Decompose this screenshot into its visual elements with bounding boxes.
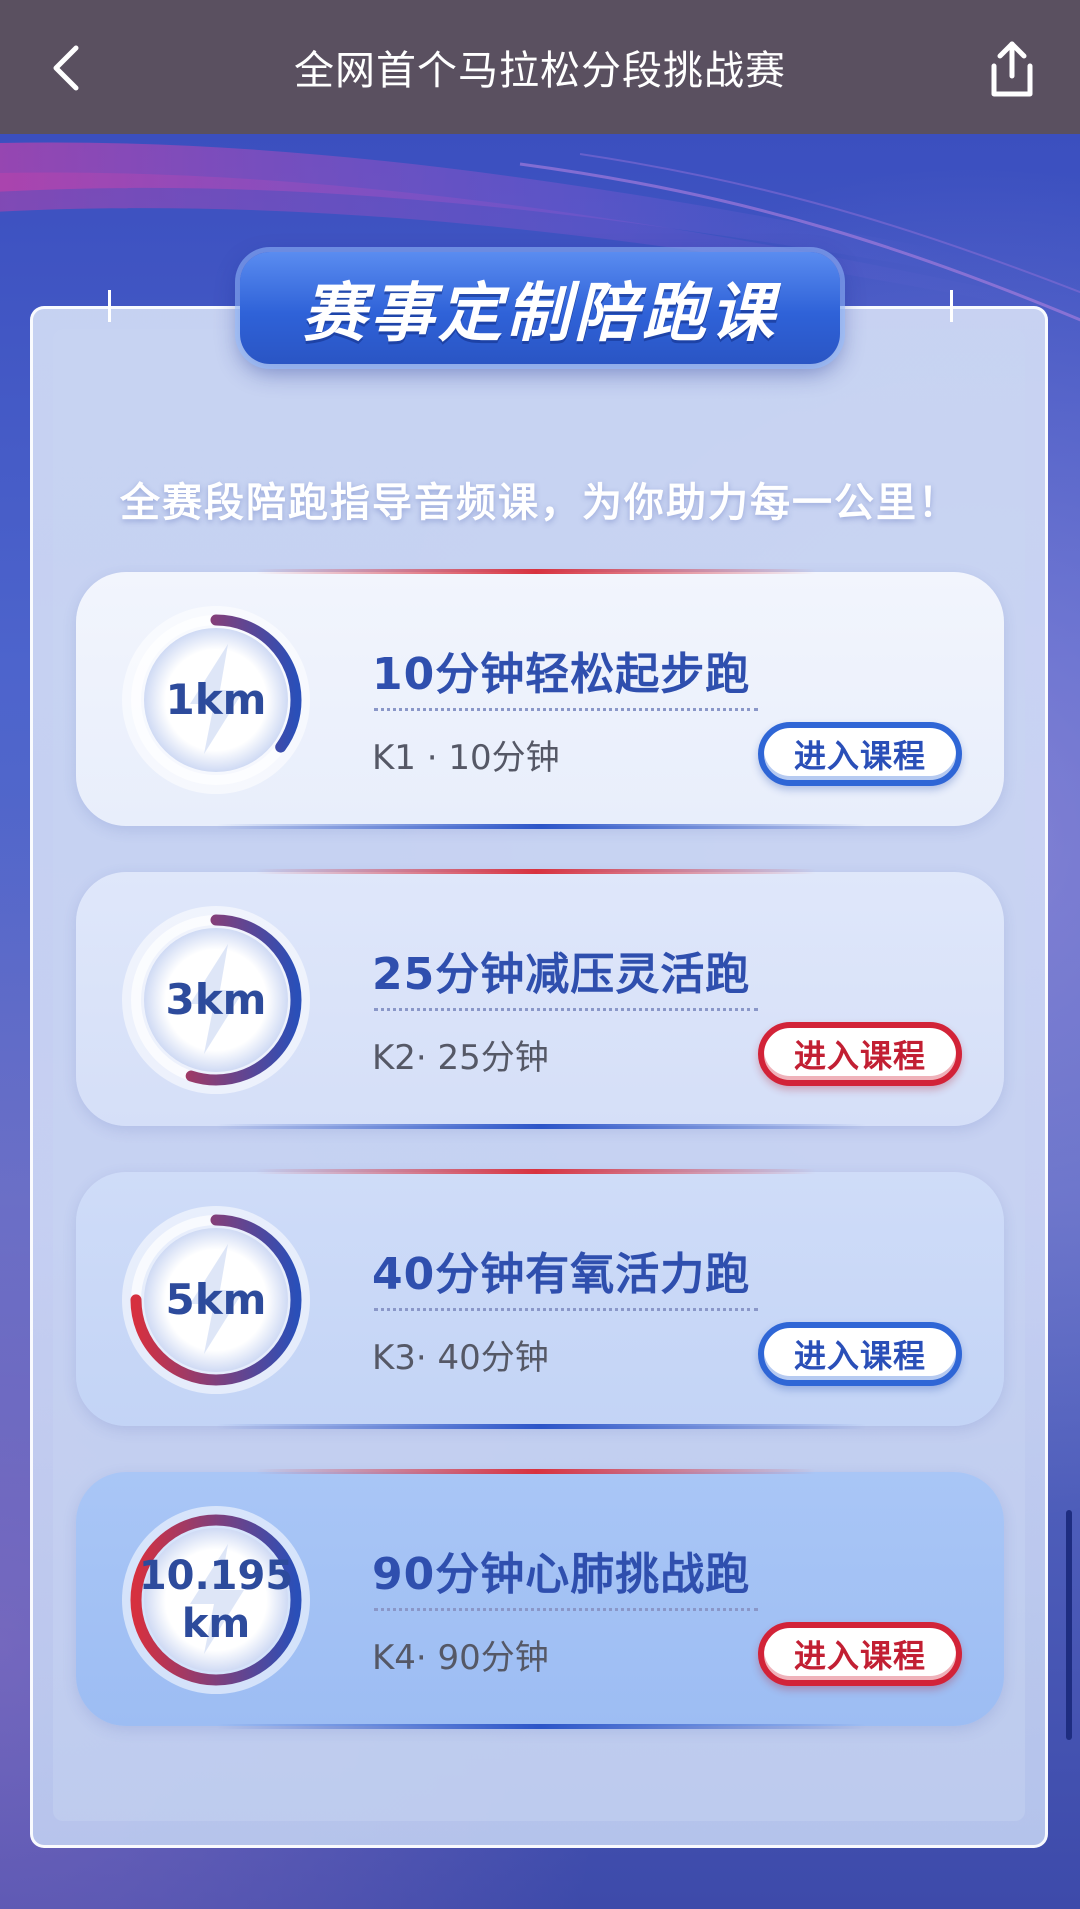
distance-label: 10.195 km bbox=[120, 1504, 312, 1696]
enter-course-button[interactable]: 进入课程 bbox=[758, 1622, 962, 1686]
enter-course-button[interactable]: 进入课程 bbox=[758, 1022, 962, 1086]
section-subtitle: 全赛段陪跑指导音频课，为你助力每一公里！ bbox=[120, 480, 960, 526]
course-card: 3km 25分钟减压灵活跑 K2· 25分钟 进入课程 bbox=[76, 869, 1004, 1129]
card-accent-top bbox=[256, 1469, 816, 1474]
corner-decoration-left bbox=[108, 290, 111, 322]
distance-unit: km bbox=[181, 1601, 251, 1647]
card-accent-bottom bbox=[216, 1724, 866, 1729]
section-badge: 赛事定制陪跑课 bbox=[240, 252, 840, 364]
course-title: 25分钟减压灵活跑 bbox=[372, 949, 751, 1000]
course-title: 90分钟心肺挑战跑 bbox=[372, 1549, 751, 1600]
course-card: 10.195 km 90分钟心肺挑战跑 K4· 90分钟 进入课程 bbox=[76, 1469, 1004, 1729]
course-meta: K4· 90分钟 bbox=[372, 1638, 549, 1678]
distance-label: 3km bbox=[120, 904, 312, 1096]
course-card: 1km 10分钟轻松起步跑 K1 · 10分钟 进入课程 bbox=[76, 569, 1004, 829]
distance-value: 5km bbox=[165, 1275, 267, 1324]
corner-decoration-right bbox=[950, 290, 953, 322]
distance-value: 1km bbox=[165, 675, 267, 724]
top-nav-bar: 全网首个马拉松分段挑战赛 bbox=[0, 0, 1080, 134]
course-card: 5km 40分钟有氧活力跑 K3· 40分钟 进入课程 bbox=[76, 1169, 1004, 1429]
course-meta: K3· 40分钟 bbox=[372, 1338, 549, 1378]
share-icon[interactable] bbox=[984, 40, 1040, 100]
page-title: 全网首个马拉松分段挑战赛 bbox=[294, 48, 786, 94]
distance-label: 1km bbox=[120, 604, 312, 796]
distance-value: 10.195 bbox=[138, 1553, 294, 1599]
distance-value: 3km bbox=[165, 975, 267, 1024]
course-meta: K2· 25分钟 bbox=[372, 1038, 549, 1078]
chevron-left-icon[interactable] bbox=[40, 40, 96, 96]
divider bbox=[374, 1008, 758, 1011]
card-accent-bottom bbox=[216, 824, 866, 829]
scrollbar[interactable] bbox=[1066, 1510, 1072, 1740]
card-accent-bottom bbox=[216, 1424, 866, 1429]
enter-course-button[interactable]: 进入课程 bbox=[758, 722, 962, 786]
enter-course-button[interactable]: 进入课程 bbox=[758, 1322, 962, 1386]
divider bbox=[374, 708, 758, 711]
distance-label: 5km bbox=[120, 1204, 312, 1396]
card-accent-bottom bbox=[216, 1124, 866, 1129]
course-title: 10分钟轻松起步跑 bbox=[372, 649, 751, 700]
divider bbox=[374, 1608, 758, 1611]
course-meta: K1 · 10分钟 bbox=[372, 738, 560, 778]
divider bbox=[374, 1308, 758, 1311]
section-badge-text: 赛事定制陪跑课 bbox=[302, 277, 778, 351]
card-accent-top bbox=[256, 569, 816, 574]
card-accent-top bbox=[256, 1169, 816, 1174]
card-accent-top bbox=[256, 869, 816, 874]
course-title: 40分钟有氧活力跑 bbox=[372, 1249, 751, 1300]
